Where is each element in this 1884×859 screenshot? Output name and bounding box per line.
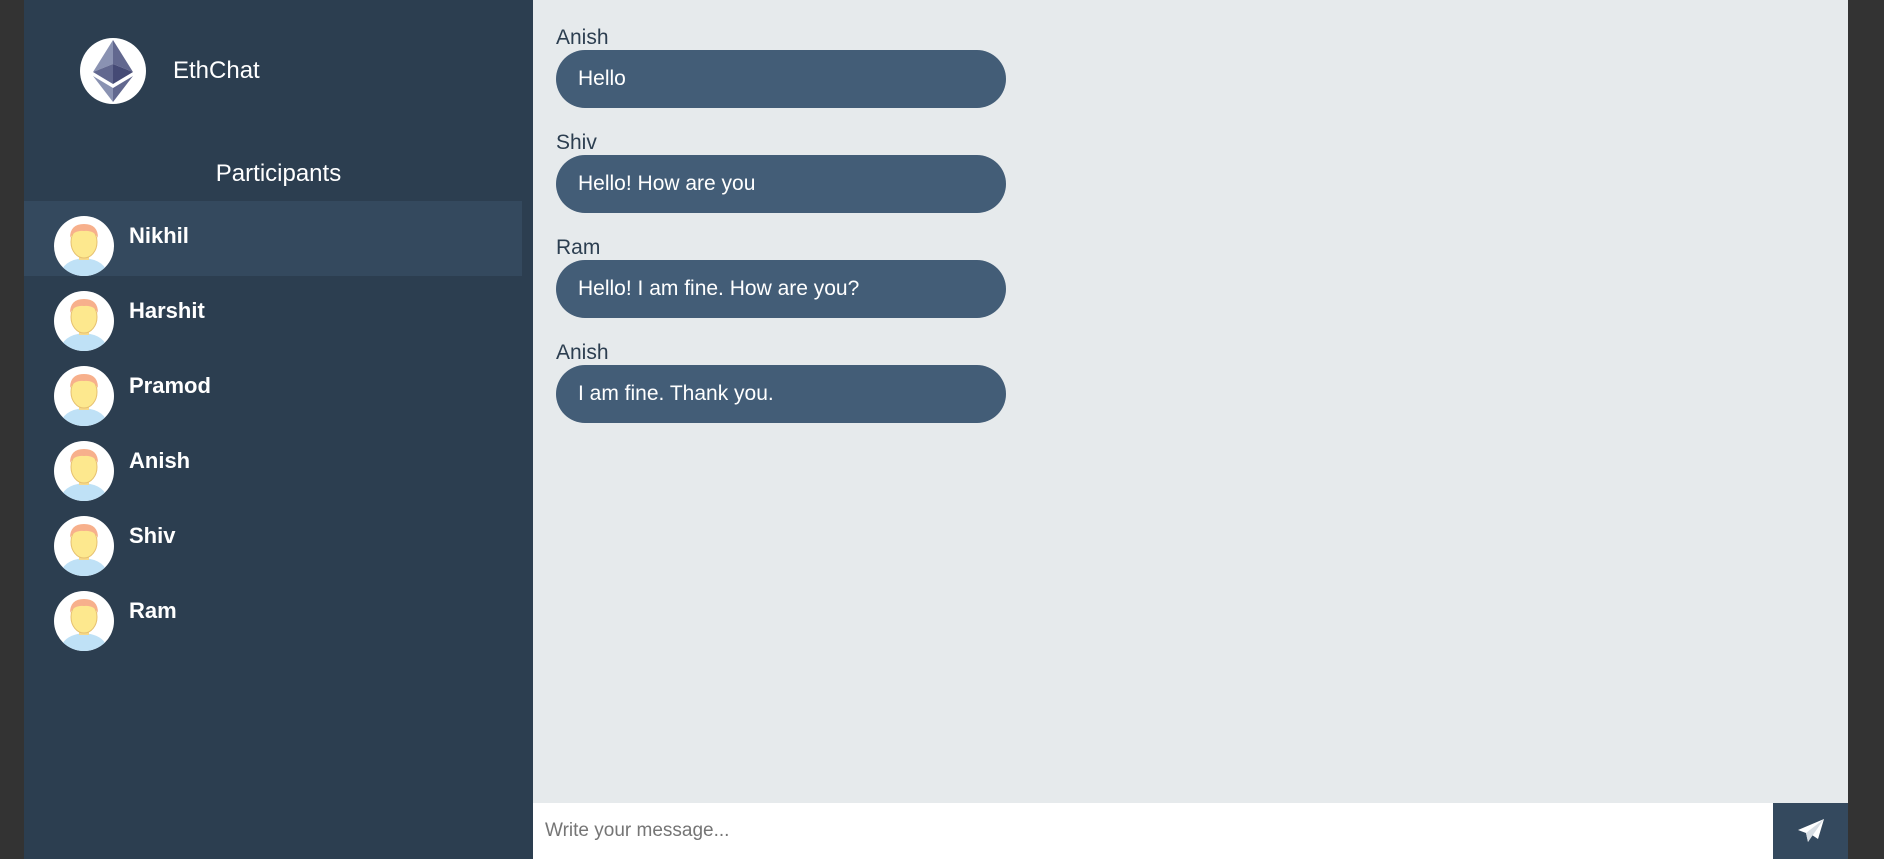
avatar-icon: [54, 591, 114, 651]
avatar-icon: [54, 441, 114, 501]
participant-item-ram[interactable]: Ram: [24, 576, 522, 651]
avatar-icon: [54, 291, 114, 351]
message-composer: [533, 803, 1848, 859]
participant-name: Harshit: [129, 298, 205, 323]
message-sender: Anish: [556, 341, 609, 364]
message-item: Shiv Hello! How are you: [556, 130, 1006, 213]
app-name: EthChat: [173, 57, 260, 84]
participant-item-harshit[interactable]: Harshit: [24, 276, 522, 351]
participant-name: Shiv: [129, 523, 176, 548]
message-sender: Anish: [556, 26, 609, 49]
avatar-icon: [54, 366, 114, 426]
sidebar: EthChat Participants Nikhil Harshit Pram…: [24, 0, 533, 859]
ethereum-logo-icon: [80, 38, 146, 104]
participants-heading: Participants: [215, 160, 342, 187]
paper-plane-icon: [1797, 819, 1824, 842]
participant-name: Pramod: [129, 373, 211, 398]
chat-app: EthChat Participants Nikhil Harshit Pram…: [24, 0, 1848, 859]
chat-panel: Anish Hello Shiv Hello! How are you Ram …: [533, 0, 1848, 859]
avatar-icon: [54, 516, 114, 576]
participant-list: Nikhil Harshit Pramod Anish Shiv Ram: [24, 201, 522, 651]
avatar-icon: [54, 216, 114, 276]
brand: EthChat: [80, 38, 260, 104]
participant-name: Nikhil: [129, 223, 189, 248]
participant-item-nikhil[interactable]: Nikhil: [24, 201, 522, 276]
message-bubble: Hello! I am fine. How are you?: [556, 260, 1006, 318]
participant-name: Anish: [129, 448, 191, 473]
message-item: Ram Hello! I am fine. How are you?: [556, 235, 1006, 318]
message-sender: Ram: [556, 236, 601, 259]
message-bubble: Hello! How are you: [556, 155, 1006, 213]
message-list: Anish Hello Shiv Hello! How are you Ram …: [556, 25, 1006, 445]
send-button[interactable]: [1773, 803, 1848, 859]
participant-name: Ram: [129, 598, 177, 623]
message-sender: Shiv: [556, 131, 597, 154]
participant-item-shiv[interactable]: Shiv: [24, 501, 522, 576]
message-item: Anish I am fine. Thank you.: [556, 340, 1006, 423]
message-bubble: I am fine. Thank you.: [556, 365, 1006, 423]
participant-item-pramod[interactable]: Pramod: [24, 351, 522, 426]
message-bubble: Hello: [556, 50, 1006, 108]
participant-item-anish[interactable]: Anish: [24, 426, 522, 501]
message-item: Anish Hello: [556, 25, 1006, 108]
message-input[interactable]: [533, 803, 1773, 859]
